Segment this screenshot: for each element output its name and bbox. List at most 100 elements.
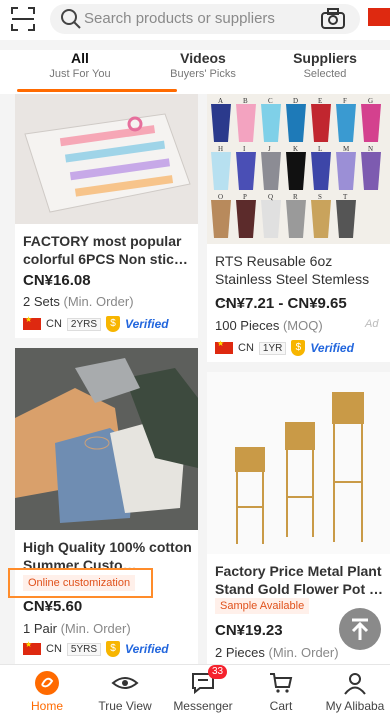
message-count-badge: 33 (208, 665, 228, 679)
min-order: 1 Pair (Min. Order) (23, 621, 131, 636)
search-placeholder: Search products or suppliers (84, 10, 275, 27)
camera-icon[interactable] (320, 8, 346, 30)
tumbler-cup (336, 104, 356, 142)
product-image-tshirts (15, 348, 198, 530)
moq-qty: 1 Pair (23, 621, 57, 636)
tab-label: Suppliers (293, 50, 357, 66)
supplier-info: CN 2YRS $ Verified (23, 315, 169, 332)
tumbler-cup (311, 200, 331, 238)
tumbler-cup (361, 152, 381, 190)
search-input[interactable]: Search products or suppliers (50, 4, 360, 34)
tumbler-letter: G (368, 97, 373, 105)
product-price: CN¥19.23 (215, 622, 283, 639)
moq-qty: 2 Sets (23, 294, 60, 309)
moq-unit: (Min. Order) (60, 621, 131, 636)
nav-my-alibaba[interactable]: My Alibaba (316, 671, 390, 713)
country-code: CN (46, 318, 62, 330)
tumbler-letter: Q (268, 193, 273, 201)
tumbler-letter: S (318, 193, 322, 201)
tab-sublabel: Just For You (49, 68, 111, 80)
tumbler-letter: K (293, 145, 298, 153)
scan-icon[interactable] (10, 6, 36, 32)
nav-true-view[interactable]: True View (86, 671, 164, 713)
tumbler-letter: L (318, 145, 322, 153)
supplier-info: CN 5YRS $ Verified (23, 640, 169, 657)
eye-icon (111, 677, 139, 689)
supplier-years: 5YRS (66, 642, 102, 656)
product-price: CN¥7.21 - CN¥9.65 (215, 295, 347, 312)
supplier-years: 2YRS (66, 317, 102, 331)
nav-home[interactable]: Home (8, 671, 86, 713)
tumbler-letter: B (243, 97, 248, 105)
product-card-knives[interactable]: FACTORY most popular colorful 6PCS Non s… (15, 94, 198, 338)
tab-label: All (71, 50, 89, 66)
tab-label: Videos (180, 50, 226, 66)
gold-supplier-icon: $ (106, 316, 121, 332)
tumbler-cup (261, 104, 281, 142)
tumbler-cup (261, 200, 281, 238)
highlight-box (8, 568, 153, 598)
product-image-knife-set (15, 94, 198, 224)
nav-label: True View (98, 699, 152, 713)
tumbler-cup (286, 200, 306, 238)
home-icon (35, 671, 59, 695)
verified-badge: Verified (125, 317, 169, 331)
cn-flag-icon (23, 315, 41, 330)
nav-messenger[interactable]: 33 Messenger (164, 665, 242, 713)
min-order: 100 Pieces (MOQ) (215, 318, 323, 333)
gold-supplier-icon: $ (291, 340, 306, 356)
country-flag-icon[interactable] (368, 8, 390, 26)
product-card-tshirts[interactable]: High Quality 100% cotton Summer Custo… O… (15, 348, 198, 664)
tumbler-letter: F (343, 97, 347, 105)
country-code: CN (238, 342, 254, 354)
sample-available-badge: Sample Available (215, 598, 310, 614)
verified-badge: Verified (125, 642, 169, 656)
supplier-info: CN 1YR $ Verified (215, 339, 354, 356)
tab-suppliers[interactable]: Suppliers Selected (260, 50, 390, 80)
min-order: 2 Pieces (Min. Order) (215, 645, 339, 660)
tumbler-cup (261, 152, 281, 190)
tumbler-cup (236, 152, 256, 190)
scroll-to-top-button[interactable] (339, 608, 381, 650)
tab-sublabel: Buyers' Picks (170, 68, 236, 80)
nav-label: Home (30, 699, 63, 713)
moq-unit: (MOQ) (282, 318, 323, 333)
nav-label: Messenger (173, 699, 233, 713)
tumbler-cup (336, 200, 356, 238)
nav-label: My Alibaba (325, 699, 385, 713)
cn-flag-icon (23, 640, 41, 655)
search-icon (61, 9, 81, 29)
product-price: CN¥16.08 (23, 272, 91, 289)
category-tabs: All Just For You Videos Buyers' Picks Su… (0, 50, 390, 94)
tumbler-letter: H (218, 145, 223, 153)
tumbler-letter: D (293, 97, 298, 105)
tab-videos[interactable]: Videos Buyers' Picks (138, 50, 268, 80)
moq-qty: 100 Pieces (215, 318, 280, 333)
product-card-tumblers[interactable]: ABCDEFGHIJKLMNOPQRST RTS Reusable 6oz St… (207, 94, 390, 362)
bottom-navigation: Home True View 33 Messenger Cart My Alib… (0, 664, 390, 713)
tumbler-letter: R (293, 193, 298, 201)
verified-badge: Verified (310, 341, 354, 355)
tumbler-letter: A (218, 97, 223, 105)
tumbler-letter: J (268, 145, 271, 153)
gold-supplier-icon: $ (106, 641, 121, 657)
person-icon (344, 673, 366, 695)
active-tab-indicator (17, 89, 177, 92)
top-bar: Search products or suppliers (0, 0, 390, 40)
tumbler-cup (286, 104, 306, 142)
tumbler-cup (211, 104, 231, 142)
tab-all[interactable]: All Just For You (15, 50, 145, 80)
arrow-up-icon (351, 618, 369, 640)
tumbler-cup (286, 152, 306, 190)
supplier-years: 1YR (258, 341, 287, 355)
tumbler-cup (211, 200, 231, 238)
nav-cart[interactable]: Cart (242, 671, 320, 713)
moq-unit: (Min. Order) (268, 645, 339, 660)
ad-label: Ad (365, 318, 379, 330)
product-image-plant-stands (207, 372, 390, 554)
tumbler-cup (311, 104, 331, 142)
product-price: CN¥5.60 (23, 598, 83, 615)
tumbler-cup (361, 104, 381, 142)
product-title: FACTORY most popular colorful 6PCS Non s… (23, 233, 188, 267)
product-image-tumblers: A B C D E F GH I J K L M NO P Q R S T (207, 94, 390, 244)
